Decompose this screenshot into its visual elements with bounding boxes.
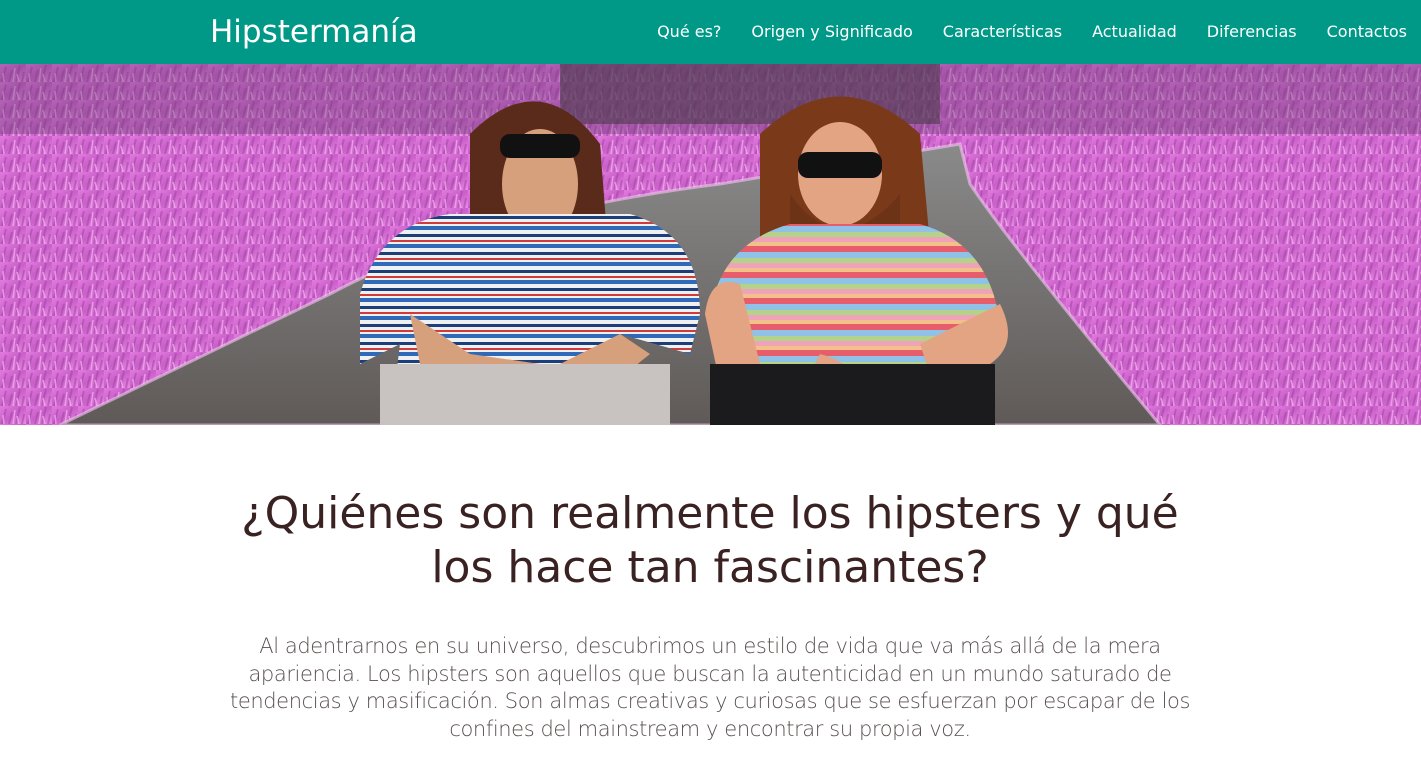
top-navbar: Hipstermanía Qué es? Origen y Significad…: [0, 0, 1421, 64]
nav-link-caracteristicas[interactable]: Características: [943, 21, 1062, 43]
intro-paragraph: Al adentrarnos en su universo, descubrim…: [229, 634, 1190, 741]
nav-link-origen[interactable]: Origen y Significado: [751, 21, 912, 43]
nav-link-diferencias[interactable]: Diferencias: [1207, 21, 1297, 43]
nav-link-actualidad[interactable]: Actualidad: [1092, 21, 1177, 43]
main-content: ¿Quiénes son realmente los hipsters y qu…: [0, 425, 1421, 758]
nav-link-contactos[interactable]: Contactos: [1327, 21, 1407, 43]
page-headline: ¿Quiénes son realmente los hipsters y qu…: [241, 488, 1179, 593]
nav-link-que-es[interactable]: Qué es?: [657, 21, 721, 43]
hero-image: [0, 64, 1421, 425]
main-nav: Qué es? Origen y Significado Característ…: [657, 21, 1407, 43]
brand-logo-link[interactable]: Hipstermanía: [210, 14, 418, 50]
hero-banner: [0, 64, 1421, 425]
